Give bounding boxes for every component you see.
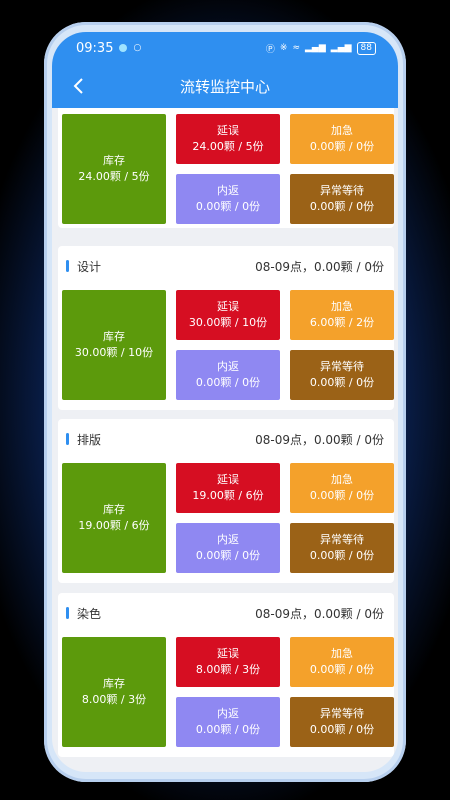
urgent-tile[interactable]: 加急 6.00颗 / 2份 [290, 290, 394, 340]
urgent-tile[interactable]: 加急 0.00颗 / 0份 [290, 463, 394, 513]
tile-label: 延误 [217, 473, 239, 486]
tile-value: 0.00颗 / 0份 [195, 200, 261, 213]
section-header: 设计 08-09点，0.00颗 / 0份 [58, 246, 394, 286]
tile-label: 库存 [103, 677, 125, 690]
tile-value: 0.00颗 / 0份 [309, 549, 375, 562]
tile-value: 0.00颗 / 0份 [195, 376, 261, 389]
nav-bar: 流转监控中心 [52, 64, 398, 108]
delay-tile[interactable]: 延误 24.00颗 / 5份 [176, 114, 280, 164]
tile-label: 内返 [217, 707, 239, 720]
return-tile[interactable]: 内返 0.00颗 / 0份 [176, 523, 280, 573]
metric-grid: 库存 8.00颗 / 3份 延误 8.00颗 / 3份 加急 0.00颗 / 0… [58, 637, 394, 755]
tile-value: 30.00颗 / 10份 [188, 316, 268, 329]
return-tile[interactable]: 内返 0.00颗 / 0份 [176, 350, 280, 400]
section-marker [66, 260, 69, 272]
section-marker [66, 433, 69, 445]
section-card: 染色 08-09点，0.00颗 / 0份 库存 8.00颗 / 3份 延误 8.… [58, 593, 394, 757]
section-summary: 08-09点，0.00颗 / 0份 [255, 432, 384, 447]
tile-value: 6.00颗 / 2份 [309, 316, 375, 329]
tile-value: 0.00颗 / 0份 [309, 723, 375, 736]
metric-grid: 库存 24.00颗 / 5份 延误 24.00颗 / 5份 加急 0.00颗 /… [58, 114, 394, 232]
tile-label: 异常等待 [320, 707, 364, 720]
tile-label: 延误 [217, 647, 239, 660]
app-screen: 09:35 ○ Ⓟ ※ ≈ ▂▄▆ ▂▄▆ 88 流转监控中心 库存 24.00… [52, 32, 398, 772]
section-card: 排版 08-09点，0.00颗 / 0份 库存 19.00颗 / 6份 延误 1… [58, 419, 394, 583]
tile-label: 加急 [331, 473, 353, 486]
abnormal-tile[interactable]: 异常等待 0.00颗 / 0份 [290, 523, 394, 573]
urgent-tile[interactable]: 加急 0.00颗 / 0份 [290, 114, 394, 164]
section-header: 染色 08-09点，0.00颗 / 0份 [58, 593, 394, 633]
bluetooth-icon: ※ [279, 43, 288, 53]
page-title: 流转监控中心 [179, 77, 270, 96]
tile-label: 内返 [217, 360, 239, 373]
back-button[interactable] [66, 74, 90, 98]
status-time: 09:35 [76, 40, 114, 56]
delay-tile[interactable]: 延误 19.00颗 / 6份 [176, 463, 280, 513]
tile-value: 24.00颗 / 5份 [78, 170, 150, 183]
tile-label: 库存 [103, 330, 125, 343]
section-card: 设计 08-09点，0.00颗 / 0份 库存 30.00颗 / 10份 延误 … [58, 246, 394, 410]
stock-tile[interactable]: 库存 30.00颗 / 10份 [62, 290, 166, 400]
section-summary: 08-09点，0.00颗 / 0份 [255, 259, 384, 274]
tile-value: 0.00颗 / 0份 [195, 723, 261, 736]
tile-label: 异常等待 [320, 360, 364, 373]
return-tile[interactable]: 内返 0.00颗 / 0份 [176, 174, 280, 224]
tile-value: 0.00颗 / 0份 [309, 140, 375, 153]
tile-value: 0.00颗 / 0份 [309, 376, 375, 389]
tile-value: 24.00颗 / 5份 [192, 140, 264, 153]
tile-label: 库存 [103, 503, 125, 516]
tile-label: 内返 [217, 533, 239, 546]
tile-value: 19.00颗 / 6份 [78, 519, 150, 532]
delay-tile[interactable]: 延误 8.00颗 / 3份 [176, 637, 280, 687]
tile-value: 0.00颗 / 0份 [195, 549, 261, 562]
stock-tile[interactable]: 库存 24.00颗 / 5份 [62, 114, 166, 224]
section-header: 排版 08-09点，0.00颗 / 0份 [58, 419, 394, 459]
tile-label: 延误 [217, 124, 239, 137]
tile-label: 异常等待 [320, 184, 364, 197]
tile-value: 0.00颗 / 0份 [309, 489, 375, 502]
tile-label: 加急 [331, 124, 353, 137]
tile-label: 异常等待 [320, 533, 364, 546]
back-arrow-icon [73, 78, 83, 94]
section-marker [66, 607, 69, 619]
signal-icon-2: ▂▄▆ [330, 43, 352, 53]
metric-grid: 库存 30.00颗 / 10份 延误 30.00颗 / 10份 加急 6.00颗… [58, 290, 394, 408]
tile-label: 内返 [217, 184, 239, 197]
battery-icon: 88 [356, 41, 376, 55]
tile-value: 19.00颗 / 6份 [192, 489, 264, 502]
abnormal-tile[interactable]: 异常等待 0.00颗 / 0份 [290, 697, 394, 747]
metric-grid: 库存 19.00颗 / 6份 延误 19.00颗 / 6份 加急 0.00颗 /… [58, 463, 394, 581]
section-card: 库存 24.00颗 / 5份 延误 24.00颗 / 5份 加急 0.00颗 /… [58, 108, 394, 228]
signal-icon: ▂▄▆ [305, 43, 326, 53]
tile-label: 加急 [331, 647, 353, 660]
tile-value: 8.00颗 / 3份 [195, 663, 261, 676]
stock-tile[interactable]: 库存 8.00颗 / 3份 [62, 637, 166, 747]
tile-value: 30.00颗 / 10份 [74, 346, 154, 359]
stock-tile[interactable]: 库存 19.00颗 / 6份 [62, 463, 166, 573]
section-title: 排版 [77, 432, 102, 447]
abnormal-tile[interactable]: 异常等待 0.00颗 / 0份 [290, 174, 394, 224]
tile-label: 加急 [331, 300, 353, 313]
section-title: 设计 [77, 259, 102, 274]
content-scroll[interactable]: 库存 24.00颗 / 5份 延误 24.00颗 / 5份 加急 0.00颗 /… [52, 108, 398, 772]
tile-value: 0.00颗 / 0份 [309, 663, 375, 676]
abnormal-tile[interactable]: 异常等待 0.00颗 / 0份 [290, 350, 394, 400]
section-title: 染色 [77, 606, 102, 621]
return-tile[interactable]: 内返 0.00颗 / 0份 [176, 697, 280, 747]
urgent-tile[interactable]: 加急 0.00颗 / 0份 [290, 637, 394, 687]
tile-label: 延误 [217, 300, 239, 313]
delay-tile[interactable]: 延误 30.00颗 / 10份 [176, 290, 280, 340]
tile-label: 库存 [103, 154, 125, 167]
tile-value: 8.00颗 / 3份 [81, 693, 147, 706]
app-notification-icon: ○ [133, 43, 142, 53]
section-summary: 08-09点，0.00颗 / 0份 [255, 606, 384, 621]
wifi-icon: ≈ [292, 43, 301, 53]
nfc-icon: Ⓟ [265, 44, 275, 55]
status-bar: 09:35 ○ Ⓟ ※ ≈ ▂▄▆ ▂▄▆ 88 [52, 32, 398, 64]
notification-icon [119, 44, 128, 52]
tile-value: 0.00颗 / 0份 [309, 200, 375, 213]
